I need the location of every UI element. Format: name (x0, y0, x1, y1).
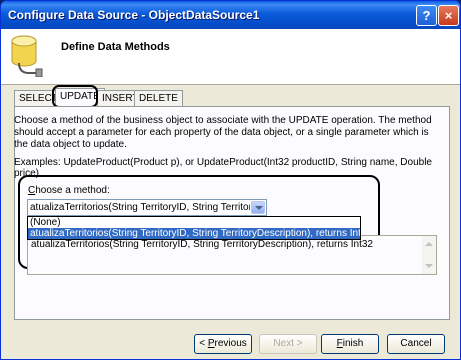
finish-button[interactable]: Finish (321, 334, 379, 354)
method-dropdown[interactable]: atualizaTerritorios(String TerritoryID, … (27, 199, 267, 216)
method-signature-box: atualizaTerritorios(String TerritoryID, … (27, 235, 437, 275)
help-button[interactable]: ? (416, 5, 437, 26)
previous-prefix: < (199, 338, 208, 349)
database-icon (11, 35, 43, 77)
tab-delete[interactable]: DELETE (134, 90, 183, 106)
scroll-up-icon[interactable] (425, 242, 433, 246)
dropdown-option-none[interactable]: (None) (28, 217, 360, 228)
method-description: Choose a method of the business object t… (14, 115, 432, 150)
dropdown-option-atualiza-territorios[interactable]: atualizaTerritorios(String TerritoryID, … (28, 228, 360, 239)
title-bar[interactable]: Configure Data Source - ObjectDataSource… (1, 1, 460, 29)
scroll-down-icon[interactable] (425, 264, 433, 268)
previous-rest: revious (214, 338, 247, 349)
finish-rest: inish (342, 338, 364, 349)
close-button[interactable]: × (438, 5, 459, 26)
next-button[interactable]: Next > (259, 334, 317, 354)
previous-mnemonic: P (207, 338, 215, 349)
update-tab-highlight (52, 85, 98, 108)
method-dropdown-list: (None) atualizaTerritorios(String Territ… (27, 216, 361, 240)
method-signature: atualizaTerritorios(String TerritoryID, … (31, 239, 373, 250)
method-dropdown-value: atualizaTerritorios(String TerritoryID, … (30, 202, 250, 213)
window-title: Configure Data Source - ObjectDataSource… (8, 8, 260, 22)
previous-button[interactable]: < Previous (194, 334, 252, 354)
cancel-button[interactable]: Cancel (387, 334, 445, 354)
chevron-down-icon[interactable] (251, 201, 265, 214)
wizard-header: Define Data Methods (1, 29, 460, 85)
page-title: Define Data Methods (61, 41, 170, 53)
choose-label-text: hoose a method: (35, 185, 110, 196)
choose-method-label: Choose a method: (28, 185, 110, 196)
signature-scrollbar[interactable] (422, 236, 436, 274)
configure-data-source-dialog: Configure Data Source - ObjectDataSource… (0, 0, 461, 360)
